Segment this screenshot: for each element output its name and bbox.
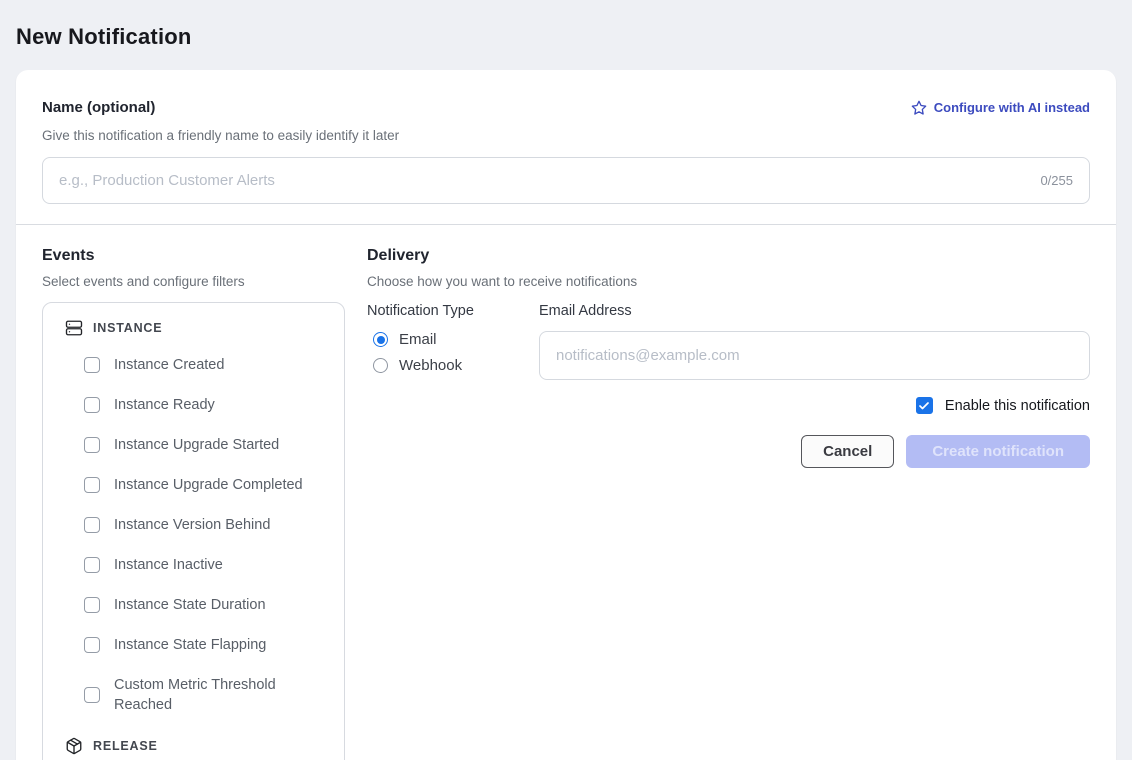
event-item-label: Instance Upgrade Started (114, 435, 279, 455)
email-input-wrap (539, 331, 1090, 380)
events-list-box: INSTANCE Instance Created Instance Ready In… (42, 302, 345, 760)
radio-icon[interactable] (373, 358, 388, 373)
event-checkbox[interactable] (84, 357, 100, 373)
star-icon (911, 100, 927, 116)
enable-notification-row[interactable]: Enable this notification (367, 397, 1090, 414)
event-item[interactable]: Custom Metric Threshold Reached (59, 675, 328, 715)
event-item-label: Instance Created (114, 355, 224, 375)
events-heading: Events (42, 247, 345, 265)
event-checkbox[interactable] (84, 397, 100, 413)
name-input-wrap: 0/255 (42, 157, 1090, 204)
event-item[interactable]: Instance Ready (59, 395, 328, 415)
char-counter: 0/255 (1040, 173, 1073, 188)
event-item-label: Instance Ready (114, 395, 215, 415)
event-item-label: Instance Version Behind (114, 515, 270, 535)
event-item-label: Custom Metric Threshold Reached (114, 675, 309, 715)
name-field-description: Give this notification a friendly name t… (42, 128, 1090, 143)
event-checkbox[interactable] (84, 517, 100, 533)
event-checkbox[interactable] (84, 687, 100, 703)
radio-label: Webhook (399, 357, 462, 374)
notification-type-section: Notification Type Email Webhook (367, 303, 539, 380)
email-address-section: Email Address (539, 303, 1090, 380)
event-checkbox[interactable] (84, 557, 100, 573)
notification-type-options: Email Webhook (367, 331, 539, 374)
name-section: Name (optional) Configure with AI instea… (16, 70, 1116, 224)
check-icon (918, 400, 930, 412)
events-column: Events Select events and configure filte… (42, 247, 345, 760)
radio-icon[interactable] (373, 332, 388, 347)
page-title: New Notification (16, 24, 1116, 50)
radio-label: Email (399, 331, 437, 348)
event-item-label: Instance State Duration (114, 595, 266, 615)
event-item[interactable]: Instance State Duration (59, 595, 328, 615)
notification-type-option[interactable]: Webhook (367, 357, 539, 374)
event-item[interactable]: Instance Upgrade Started (59, 435, 328, 455)
notification-type-label: Notification Type (367, 303, 539, 319)
notification-form-card: Name (optional) Configure with AI instea… (16, 70, 1116, 760)
server-icon (65, 319, 83, 337)
name-field-label: Name (optional) (42, 99, 155, 116)
event-group-label: RELEASE (93, 739, 158, 753)
event-item[interactable]: Instance Created (59, 355, 328, 375)
package-icon (65, 737, 83, 755)
email-input[interactable] (556, 347, 1073, 364)
enable-notification-label: Enable this notification (945, 398, 1090, 414)
event-group-header: INSTANCE (59, 319, 328, 337)
email-address-label: Email Address (539, 303, 1090, 319)
delivery-heading: Delivery (367, 247, 1090, 265)
event-group-header: RELEASE (59, 737, 328, 755)
name-input[interactable] (59, 172, 1028, 189)
event-group-label: INSTANCE (93, 321, 162, 335)
enable-notification-checkbox[interactable] (916, 397, 933, 414)
event-item[interactable]: Instance Upgrade Completed (59, 475, 328, 495)
create-notification-button[interactable]: Create notification (906, 435, 1090, 468)
event-item-label: Instance State Flapping (114, 635, 266, 655)
event-item-label: Instance Upgrade Completed (114, 475, 303, 495)
event-checkbox[interactable] (84, 437, 100, 453)
event-item[interactable]: Instance Inactive (59, 555, 328, 575)
configure-with-ai-label: Configure with AI instead (934, 100, 1090, 115)
event-item[interactable]: Instance Version Behind (59, 515, 328, 535)
delivery-subtitle: Choose how you want to receive notificat… (367, 274, 1090, 289)
notification-type-option[interactable]: Email (367, 331, 539, 348)
event-item[interactable]: Instance State Flapping (59, 635, 328, 655)
event-checkbox[interactable] (84, 477, 100, 493)
event-item-label: Instance Inactive (114, 555, 223, 575)
configure-with-ai-link[interactable]: Configure with AI instead (911, 100, 1090, 116)
delivery-column: Delivery Choose how you want to receive … (367, 247, 1090, 760)
event-checkbox[interactable] (84, 597, 100, 613)
event-checkbox[interactable] (84, 637, 100, 653)
events-subtitle: Select events and configure filters (42, 274, 345, 289)
cancel-button[interactable]: Cancel (801, 435, 894, 468)
